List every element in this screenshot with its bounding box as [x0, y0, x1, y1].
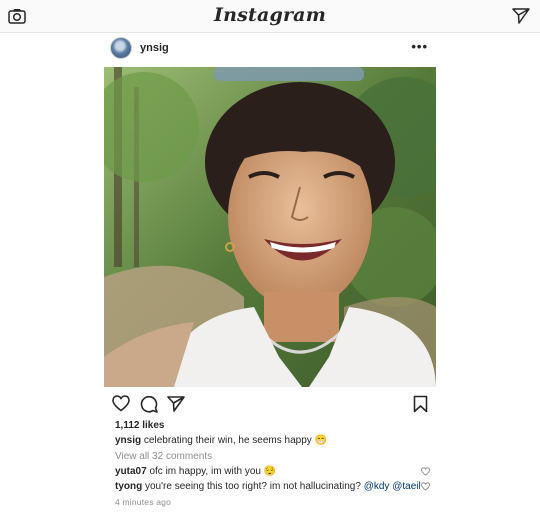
view-comments-link[interactable]: View all 32 comments — [115, 450, 212, 463]
portrait-image — [104, 67, 436, 387]
comment-like-heart-icon[interactable] — [421, 467, 430, 476]
post-header: ynsig ••• — [104, 37, 436, 63]
comment-text: you're seeing this too right? im not hal… — [145, 481, 361, 492]
comment-row: tyong you're seeing this too right? im n… — [115, 480, 421, 493]
bookmark-icon[interactable] — [413, 395, 428, 413]
post-actions — [104, 393, 436, 415]
likes-count[interactable]: 1,112 likes — [115, 419, 165, 432]
comment-like-heart-icon[interactable] — [421, 482, 430, 491]
avatar[interactable] — [110, 37, 132, 59]
caption-text: celebrating their win, he seems happy 😁 — [143, 435, 328, 446]
comment-username[interactable]: yuta07 — [115, 466, 147, 477]
comment-row: yuta07 ofc im happy, im with you 😌 — [115, 465, 276, 478]
caption-username[interactable]: ynsig — [115, 435, 141, 446]
comment-username[interactable]: tyong — [115, 481, 142, 492]
post-photo[interactable] — [104, 67, 436, 387]
top-bar: Instagram — [0, 0, 540, 33]
post-username[interactable]: ynsig — [140, 42, 169, 54]
comment-icon[interactable] — [140, 395, 158, 413]
share-icon[interactable] — [167, 395, 185, 413]
heart-icon[interactable] — [112, 395, 130, 412]
comment-mentions[interactable]: @kdy @taeil — [364, 481, 421, 492]
instagram-logo[interactable]: Instagram — [0, 4, 540, 26]
post-timestamp: 4 minutes ago — [115, 497, 171, 507]
more-options-icon[interactable]: ••• — [411, 39, 428, 54]
comment-text: ofc im happy, im with you 😌 — [149, 466, 277, 477]
paper-plane-icon[interactable] — [512, 7, 530, 25]
caption: ynsig celebrating their win, he seems ha… — [115, 434, 327, 447]
